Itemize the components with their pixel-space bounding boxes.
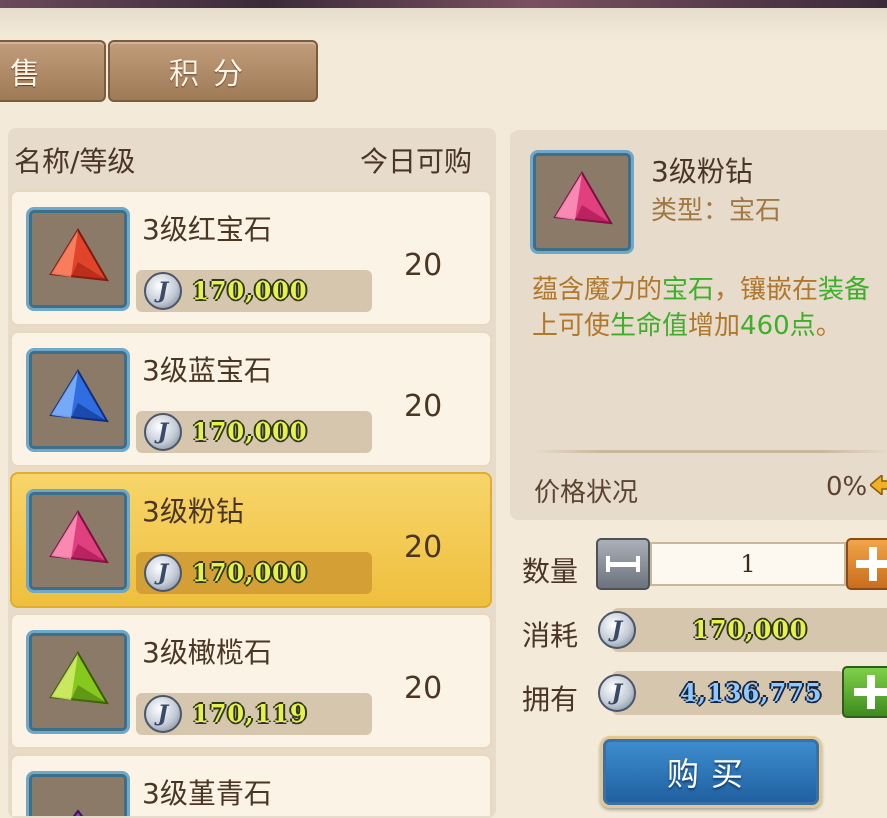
increase-quantity-button[interactable] (846, 538, 887, 590)
price-bar: J 170,000 (136, 552, 372, 594)
gem-icon (26, 771, 130, 816)
list-item[interactable]: 3级橄榄石 J 170,119 20 (10, 613, 492, 749)
desc-highlight: 装备 (818, 275, 871, 305)
tab-points[interactable]: 积分 (108, 40, 318, 102)
tab-sell[interactable]: 售 (0, 40, 106, 102)
item-name: 3级堇青石 (142, 777, 272, 810)
price-bar: J 170,000 (136, 411, 372, 453)
item-name: 3级橄榄石 (142, 636, 272, 669)
cost-bar: J 170,000 (598, 608, 887, 652)
buy-button-label: 购买 (666, 755, 755, 793)
top-shade (0, 8, 887, 38)
item-name: 3级红宝石 (142, 213, 272, 246)
coin-icon: J (598, 674, 636, 712)
desc-text: 。 (815, 311, 842, 341)
item-price: 170,000 (192, 417, 308, 446)
item-price: 170,000 (192, 276, 308, 305)
item-name: 3级粉钻 (142, 495, 244, 528)
item-name: 3级蓝宝石 (142, 354, 272, 387)
desc-text: 蕴含魔力的 (532, 275, 663, 305)
item-daily-limit: 20 (404, 248, 443, 283)
coin-icon: J (144, 554, 182, 592)
column-header-daily-limit: 今日可购 (360, 145, 473, 178)
buy-button[interactable]: 购买 (600, 736, 822, 808)
desc-text: 增加 (688, 311, 741, 341)
coin-icon: J (144, 695, 182, 733)
price-status-value: 0% (826, 472, 868, 502)
gem-icon (26, 489, 130, 593)
coin-icon: J (144, 272, 182, 310)
cost-label: 消耗 (522, 619, 579, 652)
item-price: 170,119 (192, 699, 308, 728)
item-daily-limit: 20 (404, 389, 443, 424)
owned-label: 拥有 (522, 683, 579, 716)
list-item-selected[interactable]: 3级粉钻 J 170,000 20 (10, 472, 492, 608)
gem-icon (530, 150, 634, 254)
detail-item-name: 3级粉钻 (651, 155, 753, 188)
coin-icon: J (144, 413, 182, 451)
cost-value: 170,000 (692, 615, 808, 644)
gem-icon (26, 630, 130, 734)
price-bar: J 170,119 (136, 693, 372, 735)
gem-icon (26, 207, 130, 311)
owned-bar: J 4,136,775 (598, 671, 844, 715)
owned-value: 4,136,775 (680, 678, 823, 707)
decrease-quantity-button[interactable] (596, 538, 650, 590)
tab-points-label: 积分 (169, 57, 257, 92)
list-item[interactable]: 3级蓝宝石 J 170,000 20 (10, 331, 492, 467)
gem-icon (26, 348, 130, 452)
arrow-left-icon (870, 475, 887, 495)
quantity-input[interactable]: 1 (650, 542, 846, 586)
quantity-label: 数量 (522, 555, 579, 588)
price-status-label: 价格状况 (534, 478, 639, 508)
list-item[interactable]: 3级堇青石 (10, 754, 492, 816)
desc-highlight: 460点 (740, 311, 816, 341)
coin-icon: J (598, 611, 636, 649)
detail-description: 蕴含魔力的宝石，镶嵌在装备 上可使生命值增加460点。 (532, 272, 887, 344)
plus-icon (854, 675, 887, 709)
price-bar: J 170,000 (136, 270, 372, 312)
desc-highlight: 生命值 (610, 311, 689, 341)
item-price: 170,000 (192, 558, 308, 587)
minus-icon (606, 556, 640, 572)
tab-sell-label: 售 (10, 57, 54, 92)
divider (532, 450, 887, 453)
desc-text: 上可使 (532, 311, 611, 341)
item-daily-limit: 20 (404, 530, 443, 565)
desc-highlight: 宝石 (662, 275, 715, 305)
desc-text: ，镶嵌在 (714, 275, 819, 305)
item-daily-limit: 20 (404, 671, 443, 706)
top-border (0, 0, 887, 8)
column-header-name: 名称/等级 (14, 145, 136, 178)
add-currency-button[interactable] (842, 666, 887, 718)
plus-icon (856, 547, 887, 581)
detail-item-type: 类型：宝石 (651, 196, 782, 226)
list-item[interactable]: 3级红宝石 J 170,000 20 (10, 190, 492, 326)
